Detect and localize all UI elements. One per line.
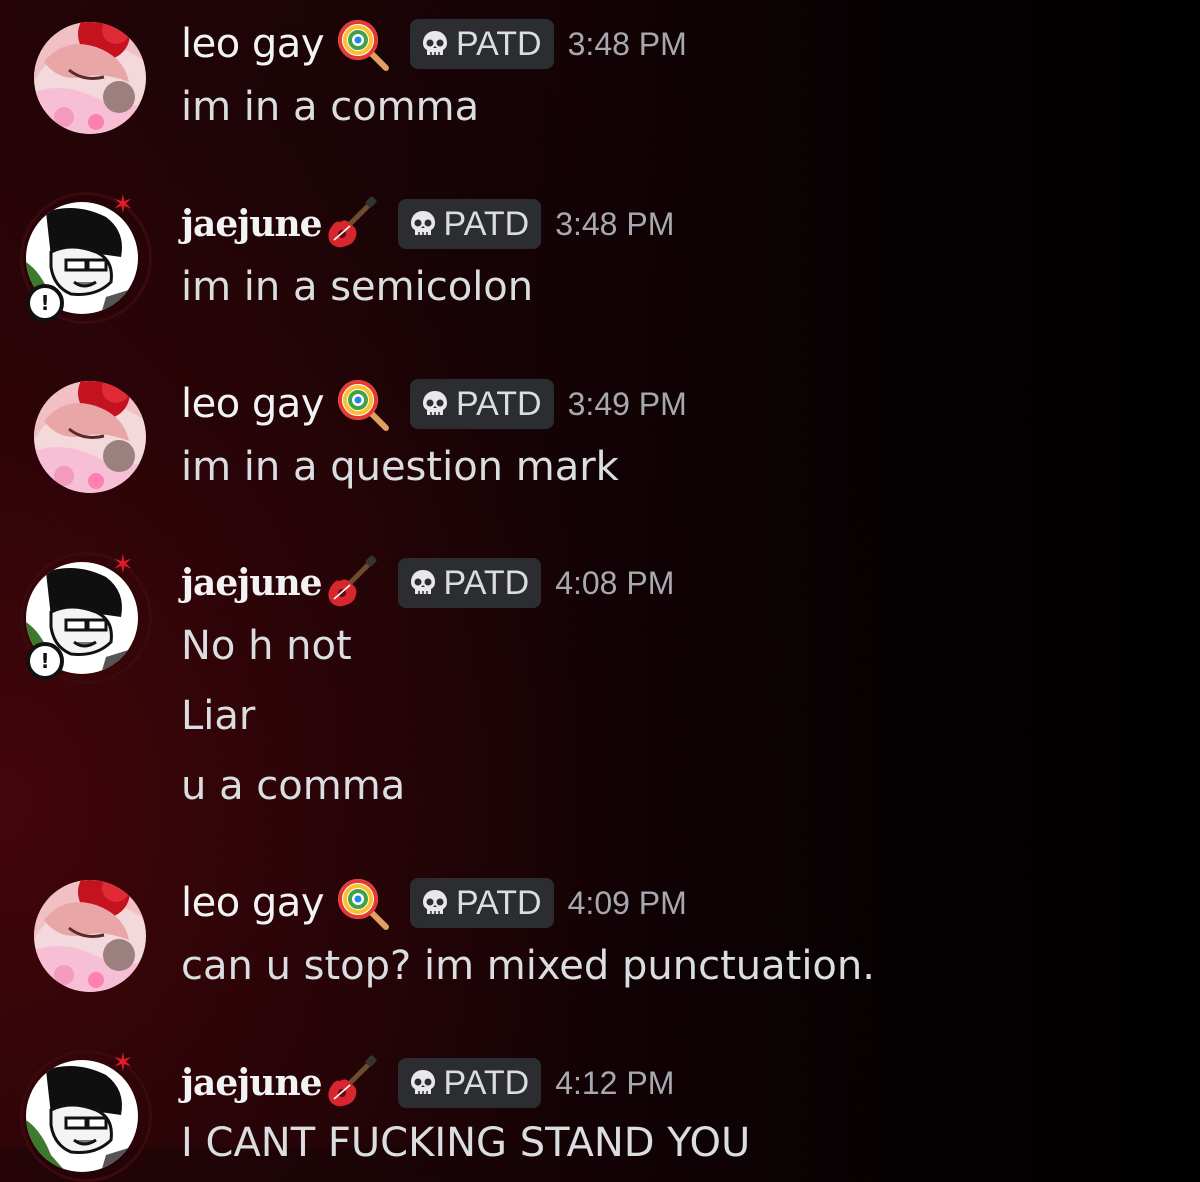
server-tag-label: PATD	[455, 384, 542, 423]
timestamp: 3:49 PM	[567, 385, 687, 422]
guitar-icon	[322, 555, 378, 611]
server-tag[interactable]: PATD	[409, 379, 554, 429]
server-tag[interactable]: PATD	[397, 199, 542, 249]
message-header: leo gay PATD 3:49 PM	[181, 376, 687, 432]
server-tag-label: PATD	[443, 563, 530, 602]
avatar[interactable]	[34, 22, 146, 134]
server-tag[interactable]: PATD	[397, 558, 542, 608]
username[interactable]: leo gay	[181, 21, 324, 67]
skull-icon	[420, 888, 450, 918]
username[interactable]: leo gay	[181, 880, 324, 926]
message-text: u a comma	[181, 763, 406, 809]
avatar[interactable]	[34, 381, 146, 493]
server-tag-label: PATD	[443, 204, 530, 243]
message-text: Liar	[181, 693, 256, 739]
message-text: im in a question mark	[181, 444, 619, 490]
skull-icon	[408, 209, 438, 239]
timestamp: 3:48 PM	[567, 25, 687, 62]
chat-log: leo gay PATD 3:48 PM im in a comma ✶ ! j…	[0, 0, 1200, 1182]
guitar-icon	[322, 196, 378, 252]
exclamation-icon: !	[26, 642, 64, 680]
username[interactable]: jaejune	[181, 203, 323, 245]
timestamp: 3:48 PM	[555, 205, 675, 242]
message-text: im in a comma	[181, 84, 480, 130]
guitar-icon	[322, 1055, 378, 1111]
anger-mark-icon: ✶	[112, 1048, 134, 1078]
message-text: I CANT FUCKING STAND YOU	[181, 1120, 751, 1166]
message-header: jaejune PATD 4:08 PM	[181, 555, 674, 611]
avatar[interactable]	[34, 880, 146, 992]
server-tag[interactable]: PATD	[409, 878, 554, 928]
message-header: jaejune PATD 4:12 PM	[181, 1055, 674, 1111]
anger-mark-icon: ✶	[112, 550, 134, 580]
skull-icon	[420, 389, 450, 419]
skull-icon	[408, 1068, 438, 1098]
server-tag-label: PATD	[455, 883, 542, 922]
skull-icon	[408, 568, 438, 598]
server-tag[interactable]: PATD	[397, 1058, 542, 1108]
timestamp: 4:08 PM	[555, 564, 675, 601]
lollipop-icon	[334, 16, 390, 72]
username[interactable]: jaejune	[181, 562, 323, 604]
message-header: leo gay PATD 4:09 PM	[181, 875, 687, 931]
username[interactable]: jaejune	[181, 1062, 323, 1104]
message-text: can u stop? im mixed punctuation.	[181, 943, 875, 989]
timestamp: 4:09 PM	[567, 884, 687, 921]
server-tag[interactable]: PATD	[409, 19, 554, 69]
message-header: leo gay PATD 3:48 PM	[181, 16, 687, 72]
timestamp: 4:12 PM	[555, 1064, 675, 1101]
username[interactable]: leo gay	[181, 381, 324, 427]
exclamation-icon: !	[26, 284, 64, 322]
lollipop-icon	[334, 875, 390, 931]
message-header: jaejune PATD 3:48 PM	[181, 196, 674, 252]
message-text: No h not	[181, 623, 352, 669]
message-text: im in a semicolon	[181, 264, 534, 310]
skull-icon	[420, 29, 450, 59]
server-tag-label: PATD	[443, 1063, 530, 1102]
anger-mark-icon: ✶	[112, 190, 134, 220]
server-tag-label: PATD	[455, 24, 542, 63]
lollipop-icon	[334, 376, 390, 432]
